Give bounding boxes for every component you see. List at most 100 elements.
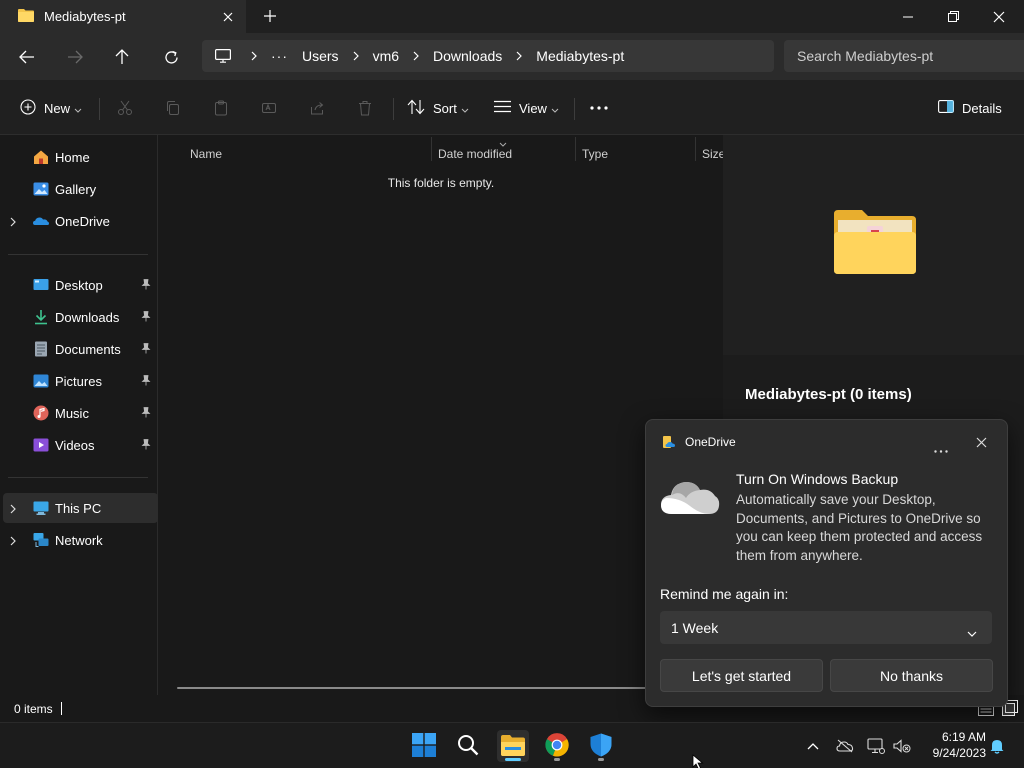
cut-icon[interactable]: [115, 98, 135, 118]
onedrive-tray-icon[interactable]: [835, 736, 855, 756]
file-explorer-icon: [501, 734, 525, 759]
running-indicator: [598, 758, 604, 761]
sidebar-item-label: Downloads: [55, 310, 120, 325]
chevron-down-icon: [551, 101, 559, 116]
sort-button[interactable]: Sort: [407, 94, 469, 122]
sidebar-item-onedrive[interactable]: OneDrive: [0, 206, 155, 236]
command-separator: [99, 98, 100, 120]
new-tab-icon[interactable]: [258, 4, 282, 28]
pin-icon[interactable]: [141, 310, 151, 325]
chevron-right-icon[interactable]: [10, 534, 16, 549]
sidebar-item-home[interactable]: Home: [0, 142, 155, 172]
popup-more-icon[interactable]: [934, 441, 948, 456]
sidebar-item-label: This PC: [55, 501, 102, 516]
share-icon[interactable]: [307, 98, 327, 118]
taskbar-security[interactable]: [585, 730, 617, 762]
column-header-date-modified[interactable]: Date modified: [438, 147, 512, 161]
sidebar-item-label: Gallery: [55, 182, 97, 197]
status-item-count: 0 items: [14, 702, 53, 716]
sort-icon: [407, 99, 425, 118]
paste-icon[interactable]: [211, 98, 231, 118]
network-tray-icon[interactable]: [866, 736, 886, 756]
sidebar-item-videos[interactable]: Videos: [0, 430, 155, 460]
chevron-right-icon[interactable]: [10, 502, 16, 517]
sidebar-item-this-pc[interactable]: This PC: [3, 493, 158, 523]
sidebar-item-music[interactable]: Music: [0, 398, 155, 428]
sidebar-item-downloads[interactable]: Downloads: [0, 302, 155, 332]
sidebar-item-label: Pictures: [55, 374, 102, 389]
column-divider[interactable]: [431, 137, 432, 161]
pin-icon[interactable]: [141, 374, 151, 389]
sidebar-item-network[interactable]: Network: [0, 525, 155, 555]
sidebar-item-pictures[interactable]: Pictures: [0, 366, 155, 396]
pin-icon[interactable]: [141, 406, 151, 421]
breadcrumb-vm6[interactable]: vm6: [373, 48, 399, 64]
taskbar-file-explorer[interactable]: [497, 730, 529, 762]
show-hidden-icons-chevron-up-icon[interactable]: [803, 736, 823, 756]
search-icon: [457, 734, 479, 759]
chevron-right-icon[interactable]: [10, 215, 16, 230]
gallery-icon: [33, 181, 49, 197]
up-arrow-icon[interactable]: [108, 43, 136, 71]
tab-mediabytes-pt[interactable]: Mediabytes-pt: [0, 0, 246, 33]
close-window-icon[interactable]: [976, 0, 1022, 33]
new-button[interactable]: New: [20, 94, 82, 122]
monitor-icon: [215, 49, 231, 63]
view-label: View: [519, 100, 547, 116]
volume-muted-icon[interactable]: [892, 736, 912, 756]
breadcrumb-mediabytes-pt[interactable]: Mediabytes-pt: [536, 48, 624, 64]
shield-icon: [590, 733, 612, 760]
folder-icon: [18, 8, 34, 25]
chevron-down-icon: [74, 101, 82, 116]
column-header-size[interactable]: Size: [702, 147, 725, 161]
minimize-icon[interactable]: [885, 0, 931, 33]
column-header-name[interactable]: Name: [190, 147, 222, 161]
view-button[interactable]: View: [494, 94, 559, 122]
onedrive-icon: [33, 213, 49, 229]
breadcrumb-downloads[interactable]: Downloads: [433, 48, 502, 64]
notification-bell-icon[interactable]: [987, 736, 1007, 756]
clock-date: 9/24/2023: [932, 746, 986, 760]
command-separator: [574, 98, 575, 120]
file-list[interactable]: Name Date modified Type Size This folder…: [159, 135, 725, 695]
pin-icon[interactable]: [141, 278, 151, 293]
copy-icon[interactable]: [163, 98, 183, 118]
pin-icon[interactable]: [141, 438, 151, 453]
restore-icon[interactable]: [930, 0, 976, 33]
sidebar-item-documents[interactable]: Documents: [0, 334, 155, 364]
downloads-folder-icon: [33, 309, 49, 325]
delete-icon[interactable]: [355, 98, 375, 118]
network-icon: [33, 532, 49, 548]
no-thanks-button[interactable]: No thanks: [830, 659, 993, 692]
taskbar-chrome[interactable]: [541, 730, 573, 762]
pin-icon[interactable]: [141, 342, 151, 357]
search-input[interactable]: Search Mediabytes-pt: [784, 40, 1024, 72]
horizontal-scrollbar[interactable]: [177, 687, 647, 689]
lets-get-started-button[interactable]: Let's get started: [660, 659, 823, 692]
close-tab-icon[interactable]: [216, 5, 240, 29]
rename-icon[interactable]: [259, 98, 279, 118]
details-button[interactable]: Details: [938, 94, 1006, 122]
folder-preview: [723, 135, 1024, 355]
popup-close-icon[interactable]: [976, 436, 987, 451]
breadcrumb-overflow-icon[interactable]: ···: [271, 48, 288, 64]
remind-interval-dropdown[interactable]: 1 Week: [660, 611, 992, 644]
address-bar[interactable]: ··· Users vm6 Downloads Mediabytes-pt: [202, 40, 774, 72]
details-title: Mediabytes-pt (0 items): [745, 386, 912, 403]
breadcrumb-users[interactable]: Users: [302, 48, 339, 64]
more-options-icon[interactable]: [589, 98, 609, 118]
taskbar-search-button[interactable]: [452, 730, 484, 762]
start-button[interactable]: [408, 730, 440, 762]
back-arrow-icon[interactable]: [13, 43, 41, 71]
sidebar-item-label: Videos: [55, 438, 95, 453]
sidebar-item-gallery[interactable]: Gallery: [0, 174, 155, 204]
plus-circle-icon: [20, 98, 36, 118]
column-divider[interactable]: [575, 137, 576, 161]
column-divider[interactable]: [695, 137, 696, 161]
column-header-type[interactable]: Type: [582, 147, 608, 161]
forward-arrow-icon[interactable]: [61, 43, 89, 71]
taskbar-clock[interactable]: 6:19 AM 9/24/2023: [920, 729, 986, 761]
taskbar: 6:19 AM 9/24/2023: [0, 722, 1024, 768]
refresh-icon[interactable]: [157, 43, 185, 71]
sidebar-item-desktop[interactable]: Desktop: [0, 270, 155, 300]
